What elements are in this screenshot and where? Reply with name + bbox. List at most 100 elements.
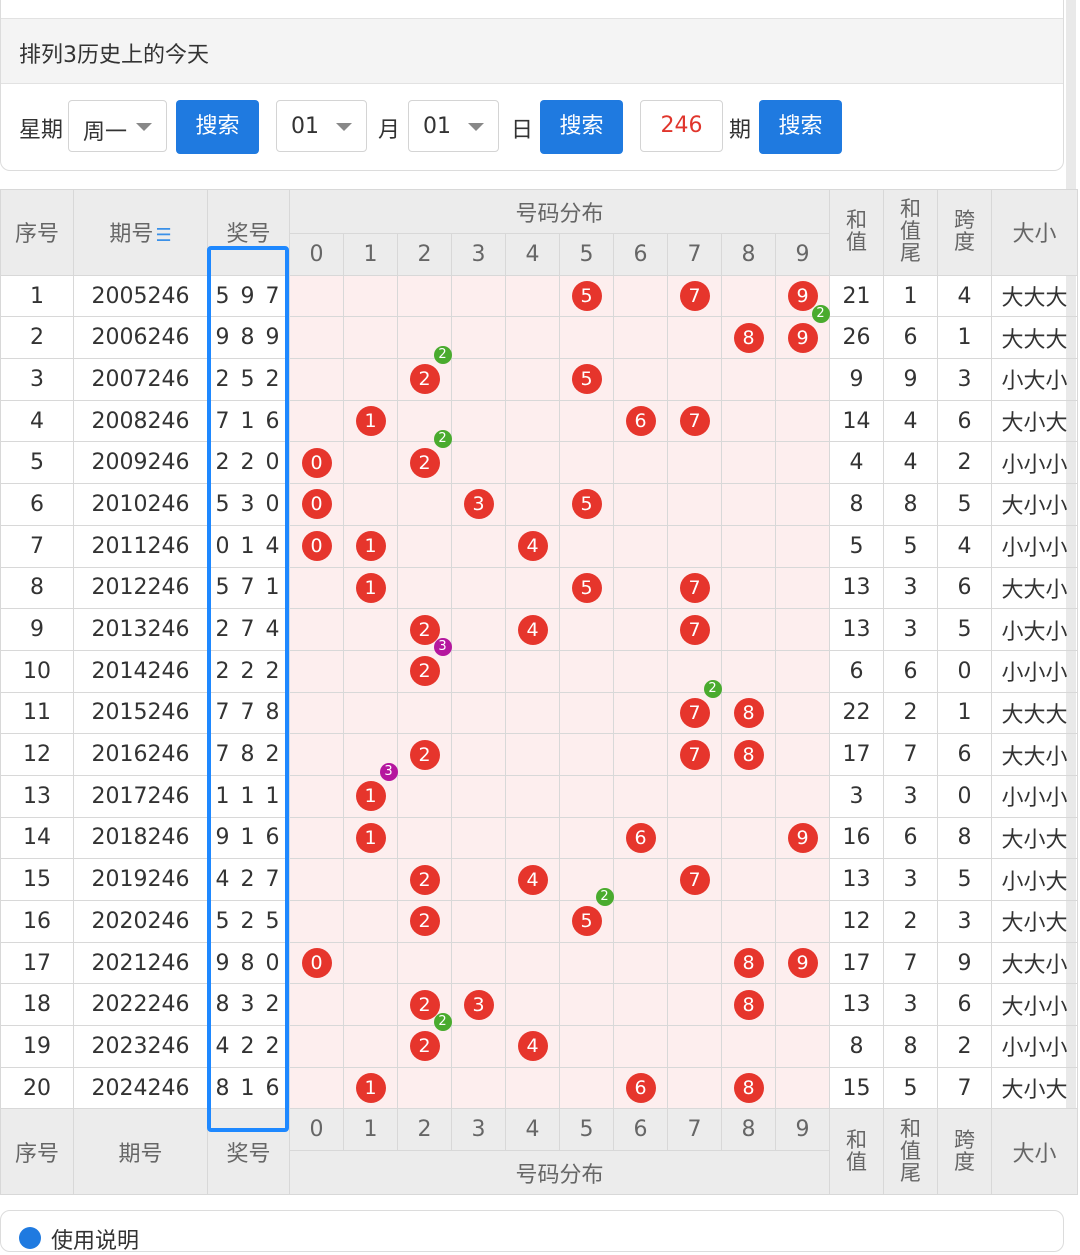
span-cell: 6 [937,983,992,1027]
digit-cell-3 [451,608,506,651]
seq-cell: 17 [0,941,74,985]
issue-search-button[interactable]: 搜索 [759,100,842,154]
sort-icon[interactable]: ☰ [155,225,171,246]
sum-tail-cell: 4 [883,399,938,443]
issue-input[interactable]: 246 [640,100,723,152]
prize-cell: 2 7 4 [207,608,290,651]
digit-cell-3 [451,941,506,985]
footer-digit-5: 5 [559,1108,614,1152]
digit-cell-6 [613,691,668,735]
digit-cell-7 [667,900,722,943]
footer-sum-tail: 和值尾 [883,1108,938,1196]
digit-ball: 2 [409,864,440,895]
span-cell: 0 [937,774,992,818]
digit-cell-9 [775,483,830,526]
period-cell: 2014246 [73,649,208,693]
digit-cell-9: 9 [775,816,830,860]
sum-cell: 8 [829,483,884,526]
period-cell: 2007246 [73,358,208,401]
size-cell: 大小大 [991,1066,1078,1110]
digit-cell-7 [667,774,722,818]
digit-cell-2: 22 [397,1013,452,1068]
header-digit-3: 3 [451,233,506,276]
digit-cell-1 [343,1025,398,1068]
size-cell: 大小小 [991,983,1078,1027]
prize-cell: 4 2 2 [207,1025,290,1068]
trend-table: 序号 期号 ☰ 奖号 号码分布 和值 和值尾 跨度 大小 0123456789 1… [0,189,1078,1196]
chevron-down-icon [336,123,352,131]
month-select[interactable]: 01 [276,100,367,152]
seq-cell: 9 [0,608,74,651]
day-select[interactable]: 01 [408,100,499,152]
digit-cell-8: 8 [721,1066,776,1110]
digit-ball: 5 [571,364,602,395]
prize-cell: 0 1 4 [207,524,290,568]
digit-cell-1 [343,274,398,318]
weekday-select[interactable]: 周一 [68,100,167,152]
seq-cell: 15 [0,858,74,901]
digit-cell-5 [559,608,614,651]
size-cell: 小小小 [991,524,1078,568]
repeat-count-badge: 3 [433,638,452,657]
digit-ball: 3 [463,489,494,520]
digit-cell-5 [559,691,614,735]
digit-cell-0 [289,816,344,860]
date-search-button[interactable]: 搜索 [540,100,623,154]
chevron-down-icon [136,123,152,131]
prize-cell: 8 3 2 [207,983,290,1027]
digit-cell-8: 8 [721,733,776,776]
month-value: 01 [291,114,319,139]
usage-text: 使用说明 [51,1229,140,1254]
digit-cell-0 [289,1066,344,1110]
digit-cell-7: 7 [667,274,722,318]
digit-cell-8 [721,524,776,568]
sum-tail-cell: 5 [883,524,938,568]
period-cell: 2016246 [73,733,208,776]
table-row: 5 2009246 2 2 0 0 2 2 4 4 2 小小小 [0,429,1078,485]
prize-cell: 8 1 6 [207,1066,290,1110]
sum-cell: 15 [829,1066,884,1110]
sum-cell: 8 [829,1025,884,1068]
digit-cell-7: 7 [667,566,722,610]
digit-cell-9 [775,691,830,735]
footer-seq: 序号 [0,1108,74,1196]
digit-cell-9 [775,399,830,443]
digit-cell-7 [667,816,722,860]
digit-cell-1 [343,483,398,526]
weekday-search-button[interactable]: 搜索 [176,100,259,154]
prize-cell: 1 1 1 [207,774,290,818]
digit-cell-6 [613,858,668,901]
size-cell: 小小小 [991,649,1078,693]
digit-ball: 1 [355,572,386,603]
period-cell: 2008246 [73,399,208,443]
header-period[interactable]: 期号 ☰ [73,189,208,276]
table-row: 20 2024246 8 1 6 1 6 8 15 5 7 大小大 [0,1066,1078,1110]
span-cell: 2 [937,441,992,485]
digit-cell-1 [343,900,398,943]
digit-cell-3: 3 [451,983,506,1027]
span-cell: 5 [937,608,992,651]
size-cell: 小小小 [991,441,1078,485]
digit-cell-7: 72 [667,679,722,735]
prize-cell: 9 1 6 [207,816,290,860]
usage-panel[interactable]: 使用说明 [0,1210,1064,1254]
header-sum: 和值 [829,189,884,276]
size-cell: 大大小 [991,941,1078,985]
digit-ball: 1 [355,1073,386,1104]
digit-cell-5: 52 [559,888,614,943]
digit-ball: 8 [733,697,764,728]
digit-cell-4 [505,649,560,693]
digit-cell-2: 2 [397,858,452,901]
size-cell: 小小小 [991,1025,1078,1068]
prize-cell: 2 2 0 [207,441,290,485]
seq-cell: 2 [0,316,74,360]
digit-ball: 4 [517,614,548,645]
header-span: 跨度 [937,189,992,276]
digit-cell-3 [451,316,506,360]
digit-cell-1: 1 [343,816,398,860]
digit-cell-9: 9 [775,941,830,985]
digit-cell-2 [397,483,452,526]
digit-cell-9 [775,983,830,1027]
sum-tail-cell: 2 [883,691,938,735]
digit-cell-4 [505,316,560,360]
